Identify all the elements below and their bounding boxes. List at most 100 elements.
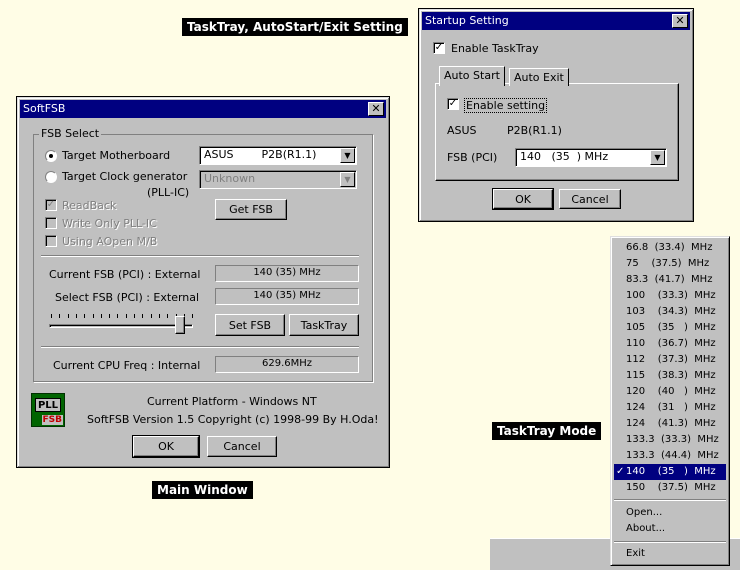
- menu-item-fsb[interactable]: 133.3 (44.4) MHz: [614, 448, 726, 464]
- tasktray-context-menu: 66.8 (33.4) MHz 75 (37.5) MHz 83.3 (41.7) …: [610, 236, 730, 566]
- startup-fsb-select[interactable]: 140 (35 ) MHz ▼: [515, 148, 667, 167]
- menu-item-fsb[interactable]: 150 (37.5) MHz: [614, 480, 726, 496]
- clock-generator-select[interactable]: Unknown ▼: [199, 170, 357, 189]
- tab-auto-start[interactable]: Auto Start: [439, 66, 505, 86]
- enable-setting-checkbox[interactable]: ✓: [447, 98, 459, 110]
- menu-item-about[interactable]: About...: [614, 521, 726, 537]
- radio-target-motherboard-label[interactable]: Target Motherboard: [62, 149, 170, 162]
- menu-item-fsb[interactable]: 133.3 (33.3) MHz: [614, 432, 726, 448]
- slider-tick: [117, 314, 119, 318]
- menu-item-fsb[interactable]: 124 (41.3) MHz: [614, 416, 726, 432]
- tasktray-button[interactable]: TaskTray: [289, 314, 359, 336]
- pll-ic-label: (PLL-IC): [147, 186, 190, 199]
- main-close-button[interactable]: ✕: [368, 102, 384, 116]
- menu-item-fsb-label: 133.3 (44.4) MHz: [626, 450, 719, 461]
- menu-item-fsb-label: 75 (37.5) MHz: [626, 258, 710, 269]
- fsb-slider-thumb[interactable]: [175, 316, 185, 334]
- fsb-slider-track[interactable]: [49, 324, 193, 328]
- startup-title: Startup Setting: [425, 14, 509, 27]
- slider-tick: [84, 314, 86, 318]
- startup-ok-button[interactable]: OK: [492, 188, 554, 210]
- main-cancel-button[interactable]: Cancel: [207, 436, 277, 457]
- readback-checkbox[interactable]: ✓: [45, 199, 57, 211]
- menu-item-fsb[interactable]: 75 (37.5) MHz: [614, 256, 726, 272]
- main-title-bar: SoftFSB ✕: [20, 100, 386, 118]
- set-fsb-button[interactable]: Set FSB: [215, 314, 285, 336]
- logo-fsb-text: FSB: [41, 415, 63, 425]
- logo-pll-text: PLL: [35, 398, 61, 412]
- slider-tick: [75, 314, 77, 318]
- chevron-down-icon[interactable]: ▼: [650, 150, 665, 165]
- version-text: SoftFSB Version 1.5 Copyright (c) 1998-9…: [87, 413, 379, 426]
- write-only-pll-ic-checkbox[interactable]: [45, 217, 57, 229]
- menu-item-fsb[interactable]: 105 (35 ) MHz: [614, 320, 726, 336]
- menu-item-fsb-label: 120 (40 ) MHz: [626, 386, 716, 397]
- startup-close-button[interactable]: ✕: [672, 14, 688, 28]
- current-platform-text: Current Platform - Windows NT: [147, 395, 317, 408]
- menu-item-fsb[interactable]: 100 (33.3) MHz: [614, 288, 726, 304]
- current-fsb-label: Current FSB (PCI) : External: [49, 268, 201, 281]
- enable-tasktray-checkbox[interactable]: ✓: [433, 42, 445, 54]
- startup-fsb-select-value: 140 (35 ) MHz: [520, 150, 609, 163]
- slider-tick: [100, 314, 102, 318]
- radio-target-clock-generator[interactable]: [45, 171, 57, 183]
- menu-separator: [614, 499, 726, 501]
- cpu-freq-label: Current CPU Freq : Internal: [53, 359, 201, 372]
- menu-item-fsb-label: 100 (33.3) MHz: [626, 290, 716, 301]
- menu-item-fsb-label: 124 (41.3) MHz: [626, 418, 716, 429]
- softfsb-main-window: SoftFSB ✕ FSB Select Target Motherboard …: [16, 96, 390, 468]
- menu-item-fsb-label: 103 (34.3) MHz: [626, 306, 716, 317]
- menu-item-fsb[interactable]: 110 (36.7) MHz: [614, 336, 726, 352]
- slider-tick: [67, 314, 69, 318]
- tab-auto-exit[interactable]: Auto Exit: [509, 68, 569, 86]
- caption-tasktray-mode: TaskTray Mode: [492, 422, 602, 440]
- enable-tasktray-label[interactable]: Enable TaskTray: [451, 42, 539, 55]
- menu-item-fsb[interactable]: ✓ 140 (35 ) MHz: [614, 464, 726, 480]
- main-ok-button[interactable]: OK: [132, 435, 200, 458]
- current-fsb-value: 140 (35) MHz: [215, 265, 359, 282]
- menu-item-fsb[interactable]: 120 (40 ) MHz: [614, 384, 726, 400]
- slider-tick: [158, 314, 160, 318]
- slider-tick: [150, 314, 152, 318]
- menu-item-fsb[interactable]: 112 (37.3) MHz: [614, 352, 726, 368]
- model-label: P2B(R1.1): [507, 124, 562, 137]
- menu-item-fsb[interactable]: 66.8 (33.4) MHz: [614, 240, 726, 256]
- check-icon: ✓: [616, 466, 625, 477]
- caption-main-window: Main Window: [152, 481, 253, 499]
- menu-item-fsb-label: 112 (37.3) MHz: [626, 354, 716, 365]
- menu-item-fsb[interactable]: 115 (38.3) MHz: [614, 368, 726, 384]
- slider-tick: [59, 314, 61, 318]
- chevron-down-icon[interactable]: ▼: [340, 172, 355, 187]
- fsb-pci-label: FSB (PCI): [447, 151, 498, 164]
- menu-separator: [614, 541, 726, 543]
- get-fsb-button[interactable]: Get FSB: [215, 199, 287, 220]
- slider-tick: [142, 314, 144, 318]
- slider-tick: [134, 314, 135, 318]
- slider-tick: [92, 314, 94, 318]
- menu-item-fsb-label: 105 (35 ) MHz: [626, 322, 716, 333]
- radio-target-clock-generator-label[interactable]: Target Clock generator: [62, 170, 187, 183]
- menu-item-fsb-label: 140 (35 ) MHz: [626, 466, 716, 477]
- radio-target-motherboard[interactable]: [45, 150, 57, 162]
- slider-tick: [125, 314, 127, 318]
- separator: [41, 346, 359, 348]
- menu-item-open[interactable]: Open...: [614, 505, 726, 521]
- motherboard-select[interactable]: ASUS P2B(R1.1) ▼: [199, 146, 357, 165]
- menu-item-open-label: Open...: [626, 507, 663, 518]
- clock-generator-select-value: Unknown: [204, 172, 256, 185]
- menu-item-fsb-label: 66.8 (33.4) MHz: [626, 242, 713, 253]
- slider-tick: [192, 314, 194, 318]
- menu-item-exit[interactable]: Exit: [614, 546, 726, 562]
- chevron-down-icon[interactable]: ▼: [340, 148, 355, 163]
- menu-item-fsb-label: 110 (36.7) MHz: [626, 338, 716, 349]
- enable-setting-label[interactable]: Enable setting: [464, 98, 548, 113]
- menu-item-fsb[interactable]: 103 (34.3) MHz: [614, 304, 726, 320]
- menu-item-fsb-label: 133.3 (33.3) MHz: [626, 434, 719, 445]
- menu-item-fsb[interactable]: 83.3 (41.7) MHz: [614, 272, 726, 288]
- separator: [41, 255, 359, 257]
- startup-cancel-button[interactable]: Cancel: [559, 189, 621, 209]
- using-aopen-mb-label: Using AOpen M/B: [62, 235, 158, 248]
- menu-item-fsb[interactable]: 124 (31 ) MHz: [614, 400, 726, 416]
- using-aopen-mb-checkbox[interactable]: [45, 235, 57, 247]
- caption-tasktray-setting: TaskTray, AutoStart/Exit Setting: [182, 18, 408, 36]
